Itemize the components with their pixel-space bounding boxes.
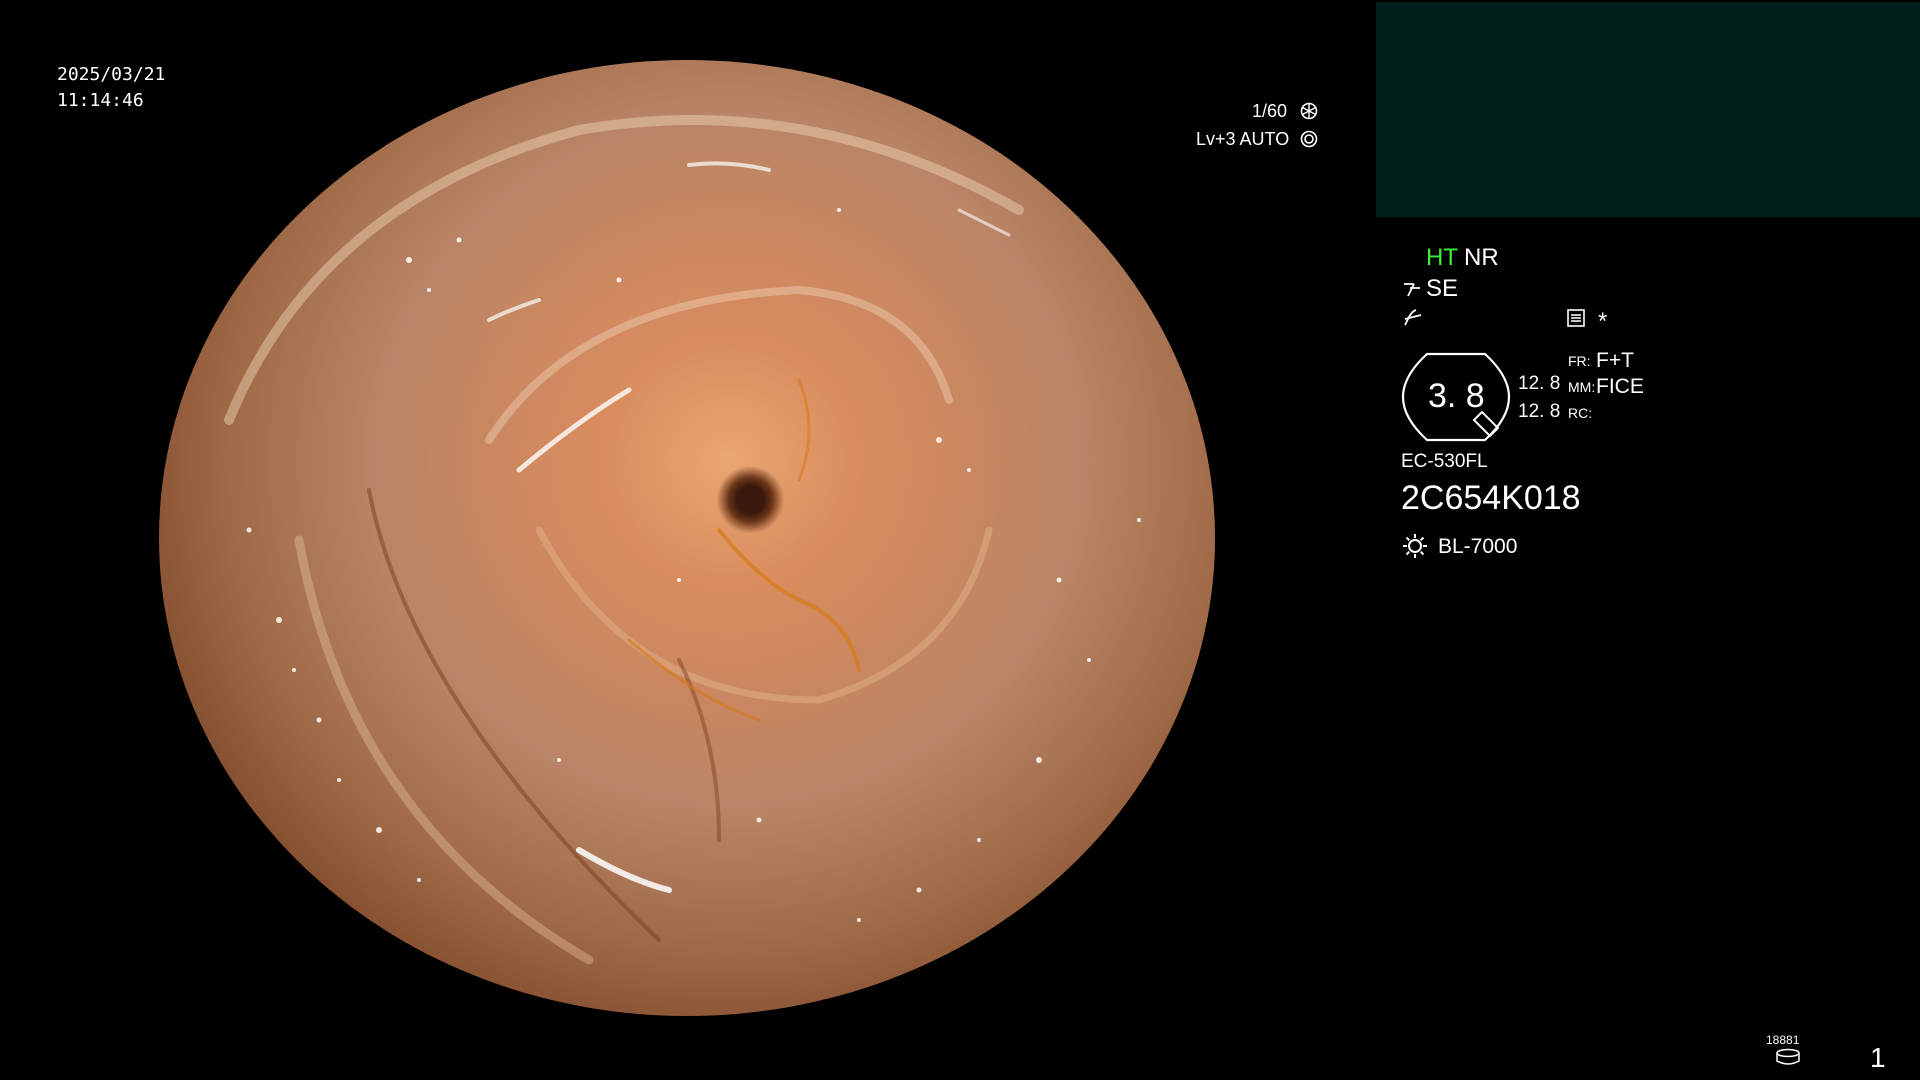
iris-mode-text: Lv+3 AUTO [1196,129,1290,149]
status-panel-block [1376,2,1920,217]
light-source-icon [1401,532,1429,560]
zoom-value: 3. 8 [1428,377,1485,415]
page-number: 1 [1870,1042,1886,1073]
nr-indicator: NR [1464,244,1499,271]
value-top: 12. 8 [1518,373,1561,394]
se-indicator: SE [1426,275,1459,302]
fr-value: F+T [1596,349,1634,372]
time-text: 11:14:46 [57,90,144,111]
light-source-text: BL-7000 [1438,535,1518,558]
asterisk-indicator: * [1598,308,1608,335]
mm-label: MM: [1568,379,1596,395]
iris-icon [1300,130,1318,148]
gamma-curve-icon [1402,306,1424,328]
shutter-speed-text: 1/60 [1252,101,1288,121]
value-bottom: 12. 8 [1518,401,1561,422]
endoscope-image [159,60,1215,1016]
date-text: 2025/03/21 [57,64,166,85]
mm-value: FICE [1596,375,1644,398]
structure-enhance-icon [1402,278,1424,300]
storage-count-text: 18881 [1766,1033,1800,1047]
rc-label: RC: [1568,405,1593,421]
ht-indicator: HT [1426,244,1458,271]
storage-disk-icon [1775,1048,1801,1066]
memo-icon [1566,308,1586,328]
shutter-icon [1300,102,1318,120]
mucosa-folds [224,115,1141,965]
fr-label: FR: [1568,353,1591,369]
scope-serial-text: 2C654K018 [1401,479,1581,517]
scope-model-text: EC-530FL [1401,451,1488,472]
